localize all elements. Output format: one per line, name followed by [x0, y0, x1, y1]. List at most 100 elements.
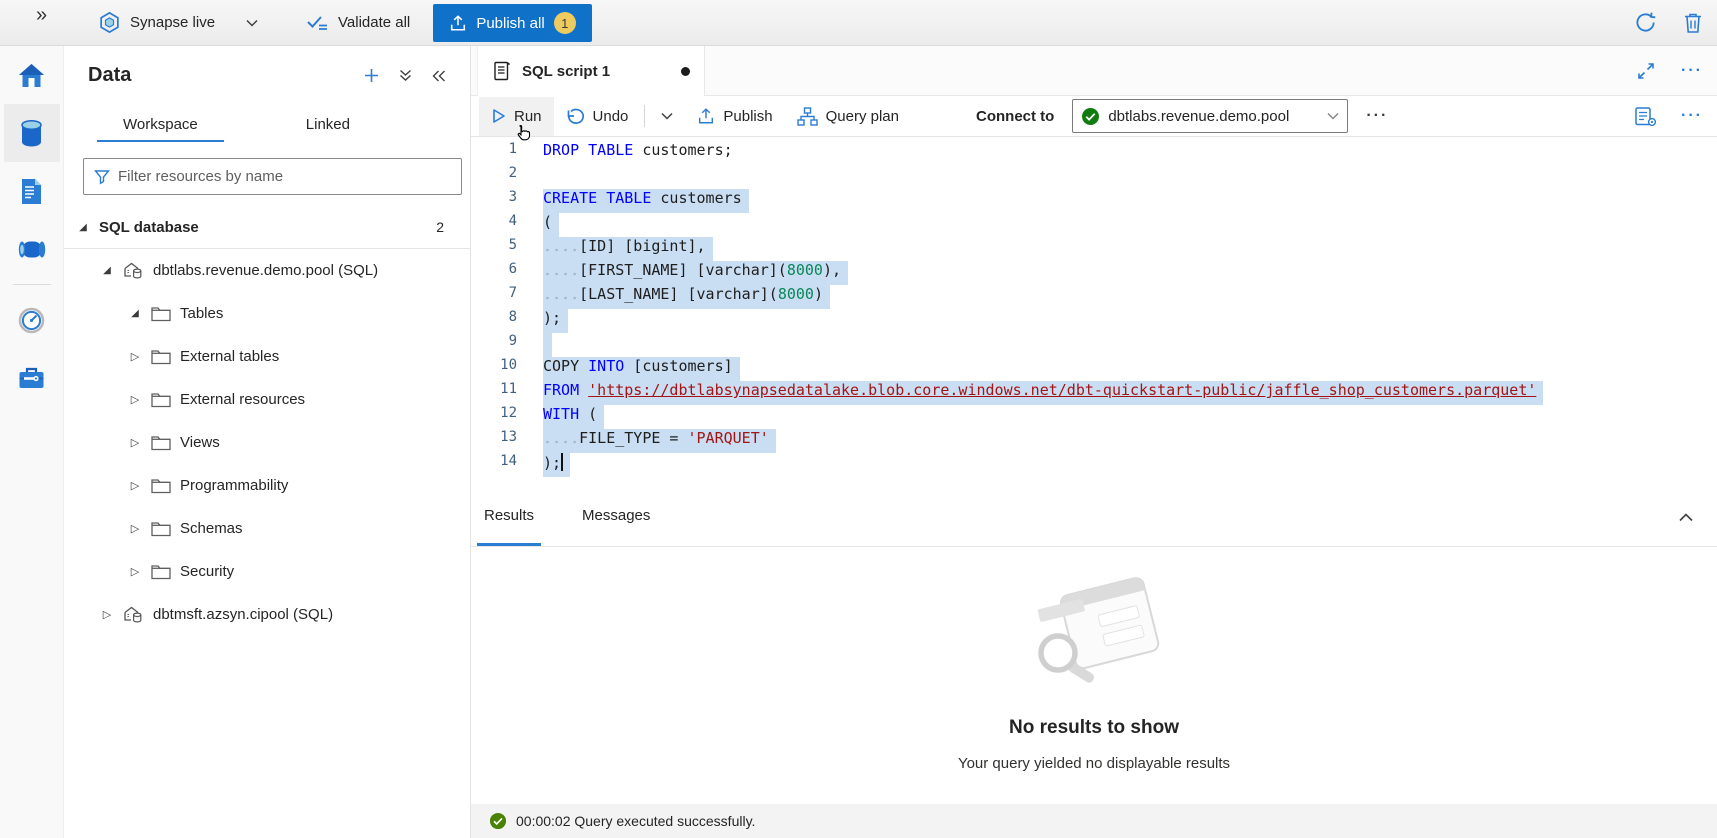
code-line-2[interactable] [543, 165, 1717, 189]
tree-item-external-tables[interactable]: ▷External tables [64, 335, 470, 378]
nav-develop[interactable] [4, 162, 60, 220]
nav-monitor[interactable] [4, 291, 60, 349]
code-line-1[interactable]: DROP TABLE customers; [543, 141, 1717, 165]
script-settings-icon[interactable] [1634, 106, 1657, 127]
code-line-4[interactable]: ( [543, 213, 1717, 237]
expand-editor-icon[interactable] [1637, 62, 1655, 80]
validate-all-button[interactable]: Validate all [306, 13, 410, 32]
tree-item-label: SQL database [99, 219, 199, 236]
undo-button[interactable]: Undo [554, 97, 641, 136]
tree-item-tables[interactable]: ◢Tables [64, 292, 470, 335]
tab-linked[interactable]: Linked [280, 108, 376, 142]
home-icon [18, 63, 45, 88]
collapse-results-icon[interactable] [1679, 513, 1693, 522]
filter-box[interactable] [83, 158, 462, 195]
code-editor[interactable]: 1234567891011121314 DROP TABLE customers… [471, 137, 1717, 487]
line-number: 1 [471, 141, 543, 165]
collapsed-arrow-icon[interactable]: ▷ [128, 522, 142, 535]
code-line-6[interactable]: [FIRST_NAME] [varchar](8000), [543, 261, 1717, 285]
tab-workspace[interactable]: Workspace [97, 108, 224, 142]
publish-button[interactable]: Publish [685, 97, 784, 136]
refresh-icon[interactable] [1634, 11, 1657, 34]
line-number-gutter: 1234567891011121314 [471, 141, 543, 477]
mode-selector[interactable]: Synapse live [98, 11, 258, 34]
publish-all-button[interactable]: Publish all 1 [433, 4, 592, 42]
undo-icon [566, 108, 585, 125]
tree-item-label: dbtmsft.azsyn.cipool (SQL) [153, 606, 333, 623]
folder-icon [151, 564, 171, 580]
discard-trash-icon[interactable] [1683, 12, 1703, 34]
collapse-pane-icon[interactable] [432, 70, 446, 82]
tab-results[interactable]: Results [477, 488, 541, 546]
rail-divider [13, 284, 51, 285]
results-tab-row: Results Messages [471, 487, 1717, 547]
nav-data[interactable] [4, 104, 60, 162]
code-line-7[interactable]: [LAST_NAME] [varchar](8000) [543, 285, 1717, 309]
code-line-9[interactable] [543, 333, 1717, 357]
expanded-arrow-icon[interactable]: ◢ [100, 265, 114, 276]
collapsed-arrow-icon[interactable]: ▷ [128, 436, 142, 449]
tree-item-views[interactable]: ▷Views [64, 421, 470, 464]
line-number: 4 [471, 213, 543, 237]
toolbar-more-icon[interactable]: ··· [1681, 107, 1703, 125]
tree-item-sql-database[interactable]: ◢SQL database2 [64, 206, 470, 249]
tree-item-dbtmsft-azsyn-cipool-sql[interactable]: ▷ dbtmsft.azsyn.cipool (SQL) [64, 593, 470, 636]
nav-integrate[interactable] [4, 220, 60, 278]
pool-dropdown[interactable]: dbtlabs.revenue.demo.pool [1072, 99, 1348, 133]
publish-upload-icon [697, 107, 715, 125]
expanded-arrow-icon[interactable]: ◢ [76, 222, 90, 233]
code-line-10[interactable]: COPY INTO [customers] [543, 357, 1717, 381]
expanded-arrow-icon[interactable]: ◢ [128, 308, 142, 319]
tree-item-label: Programmability [180, 477, 288, 494]
tree-item-external-resources[interactable]: ▷ External resources [64, 378, 470, 421]
folder-icon [151, 349, 171, 365]
add-resource-icon[interactable] [364, 68, 379, 83]
collapsed-arrow-icon[interactable]: ▷ [128, 350, 142, 363]
editor-area: SQL script 1 ··· Run Undo [471, 46, 1717, 838]
selection-highlight: [FIRST_NAME] [varchar](8000), [543, 261, 848, 285]
code-line-12[interactable]: WITH ( [543, 405, 1717, 429]
selection-highlight [543, 333, 552, 357]
collapse-all-icon[interactable] [399, 69, 412, 82]
nav-home[interactable] [4, 46, 60, 104]
folder-icon [151, 392, 171, 408]
code-line-3[interactable]: CREATE TABLE customers [543, 189, 1717, 213]
tree-item-schemas[interactable]: ▷Schemas [64, 507, 470, 550]
line-number: 2 [471, 165, 543, 189]
collapsed-arrow-icon[interactable]: ▷ [128, 393, 142, 406]
code-line-13[interactable]: FILE_TYPE = 'PARQUET' [543, 429, 1717, 453]
tab-sql-script-1[interactable]: SQL script 1 [477, 46, 705, 96]
collapsed-arrow-icon[interactable]: ▷ [128, 479, 142, 492]
code-line-5[interactable]: [ID] [bigint], [543, 237, 1717, 261]
tab-more-icon[interactable]: ··· [1681, 62, 1703, 80]
expand-panel-icon[interactable]: » [36, 4, 47, 27]
line-number: 12 [471, 405, 543, 429]
tab-messages[interactable]: Messages [575, 488, 657, 546]
code-line-8[interactable]: ); [543, 309, 1717, 333]
tree-item-dbtlabs-revenue-demo-pool-sql[interactable]: ◢dbtlabs.revenue.demo.pool (SQL) [64, 249, 470, 292]
code-line-14[interactable]: ); [543, 453, 1717, 477]
code-line-11[interactable]: FROM 'https://dbtlabsynapsedatalake.blob… [543, 381, 1717, 405]
line-number: 11 [471, 381, 543, 405]
run-button[interactable]: Run [479, 97, 554, 136]
resource-tree: ◢SQL database2◢dbtlabs.revenue.demo.pool… [64, 206, 470, 636]
chevron-down-icon[interactable] [246, 19, 258, 27]
connect-more-icon[interactable]: ··· [1366, 107, 1388, 125]
tree-item-programmability[interactable]: ▷ Programmability [64, 464, 470, 507]
validate-all-label: Validate all [338, 14, 410, 31]
tree-item-label: Security [180, 563, 234, 580]
undo-dropdown[interactable] [649, 97, 685, 136]
line-number: 9 [471, 333, 543, 357]
tree-item-security[interactable]: ▷ Security [64, 550, 470, 593]
tree-item-label: External resources [180, 391, 305, 408]
collapsed-arrow-icon[interactable]: ▷ [128, 565, 142, 578]
editor-toolbar: Run Undo Publish Query plan Connect to [471, 96, 1717, 137]
selection-highlight: ); [543, 453, 570, 477]
collapsed-arrow-icon[interactable]: ▷ [100, 608, 114, 621]
selection-highlight: COPY INTO [customers] [543, 357, 740, 381]
nav-manage[interactable] [4, 349, 60, 407]
filter-input[interactable] [118, 168, 451, 185]
query-plan-button[interactable]: Query plan [785, 97, 911, 136]
text-caret [561, 453, 563, 471]
pool-name: dbtlabs.revenue.demo.pool [1108, 108, 1319, 125]
